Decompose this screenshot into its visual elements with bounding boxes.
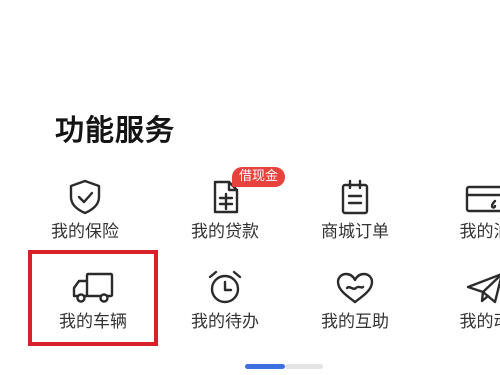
heart-icon [335, 271, 375, 305]
loan-badge[interactable]: 借现金 [232, 167, 286, 187]
vehicle-highlight-box [28, 250, 158, 346]
service-label: 我的贷款 [191, 222, 259, 242]
service-mall-orders[interactable]: 商城订单 [300, 175, 410, 255]
section-title: 功能服务 [55, 113, 176, 147]
service-label: 商城订单 [321, 222, 389, 242]
fuel-card-icon [464, 183, 500, 215]
top-area [0, 0, 500, 70]
service-label: 我的动 [459, 312, 500, 332]
service-my-fuel[interactable]: 我的油 [430, 175, 500, 255]
service-label: 我的互助 [321, 312, 389, 332]
service-my-activity[interactable]: 我的动 [430, 265, 500, 345]
service-my-todo[interactable]: 我的待办 [170, 265, 280, 345]
service-label: 我的保险 [51, 222, 119, 242]
page-indicator-inactive[interactable] [285, 364, 323, 369]
function-services-page: 功能服务 我的保险 借现金 我的贷款 商城订单 我的 我的车辆 我的待办 我的互… [0, 0, 500, 375]
clipboard-list-icon [339, 179, 371, 215]
paper-plane-icon [465, 271, 500, 305]
service-label: 我的油 [459, 222, 500, 242]
service-my-mutual-aid[interactable]: 我的互助 [300, 265, 410, 345]
page-indicator-active[interactable] [245, 364, 285, 369]
shield-check-icon [68, 179, 102, 215]
alarm-clock-icon [206, 269, 244, 305]
service-label: 我的待办 [191, 312, 259, 332]
service-my-loan[interactable]: 借现金 我的贷款 [170, 167, 286, 255]
service-my-insurance[interactable]: 我的保险 [30, 175, 140, 255]
